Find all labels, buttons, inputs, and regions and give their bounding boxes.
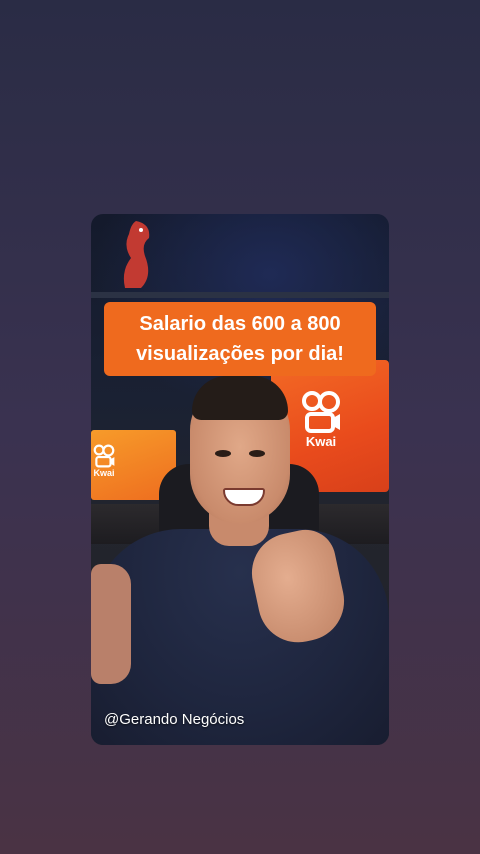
person-hair — [192, 376, 288, 420]
person-arm — [91, 564, 131, 684]
shelf — [91, 292, 389, 298]
creator-handle[interactable]: @Gerando Negócios — [104, 711, 244, 728]
kwai-camera-logo-icon — [93, 444, 115, 468]
kwai-brand-label: Kwai — [305, 434, 337, 449]
story-video-card[interactable]: Kwai Kwai Salario das 600 a 800 visualiz… — [91, 214, 389, 745]
dragon-figurine — [123, 221, 150, 288]
person-eye-left — [215, 450, 231, 457]
kwai-logo-left: Kwai — [93, 444, 115, 478]
person-eye-right — [249, 450, 265, 457]
kwai-camera-logo-icon — [302, 391, 340, 433]
kwai-logo-right: Kwai — [301, 390, 341, 449]
caption-banner: Salario das 600 a 800 visualizações por … — [104, 302, 376, 376]
kwai-brand-label-small: Kwai — [93, 468, 115, 478]
